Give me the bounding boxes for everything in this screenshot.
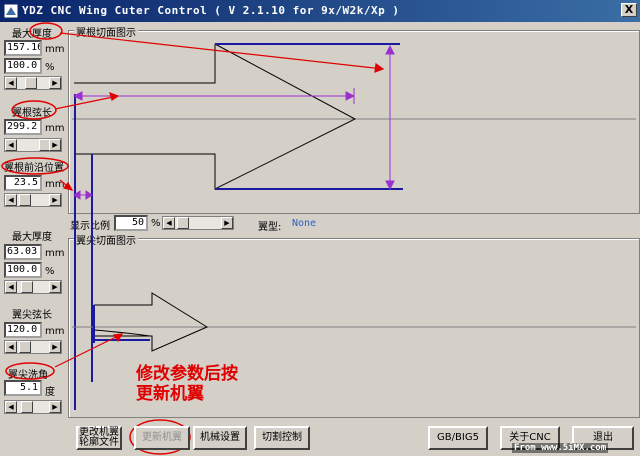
scroll-left-icon[interactable]: ◀ — [5, 281, 17, 293]
root-chord-input[interactable]: 299.2 — [4, 119, 42, 135]
scroll-thumb[interactable] — [19, 194, 31, 206]
root-percent-input[interactable]: 100.0 — [4, 58, 42, 74]
tip-chord-scrollbar[interactable]: ◀ ▶ — [4, 340, 62, 354]
update-wing-button[interactable]: 更新机翼 — [134, 426, 190, 450]
tip-percent-input[interactable]: 100.0 — [4, 262, 42, 278]
tip-chord-input[interactable]: 120.0 — [4, 322, 42, 338]
tip-sweep-unit: 度 — [45, 387, 55, 398]
tip-sweep-label: 翼尖洗角 — [8, 370, 48, 381]
scroll-thumb[interactable] — [25, 77, 37, 89]
annotation-line1: 修改参数后按 — [136, 364, 238, 384]
scroll-left-icon[interactable]: ◀ — [163, 217, 175, 229]
scale-label: 显示比例 — [70, 221, 110, 232]
scroll-right-icon[interactable]: ▶ — [49, 194, 61, 206]
root-thickness-scrollbar[interactable]: ◀ ▶ — [4, 76, 62, 90]
scroll-thumb[interactable] — [21, 401, 33, 413]
app-icon — [3, 3, 19, 19]
scroll-right-icon[interactable]: ▶ — [49, 77, 61, 89]
annotation-text: 修改参数后按 更新机翼 — [136, 364, 238, 404]
change-airfoil-button[interactable]: 更改机翼 轮廓文件 — [76, 426, 122, 450]
root-max-thickness-input[interactable]: 157.16 — [4, 40, 42, 56]
annotation-line2: 更新机翼 — [136, 384, 204, 404]
scroll-right-icon[interactable]: ▶ — [49, 139, 61, 151]
tip-section-title: 翼尖切面图示 — [74, 232, 138, 247]
scroll-right-icon[interactable]: ▶ — [49, 401, 61, 413]
tip-max-thickness-input[interactable]: 63.03 — [4, 244, 42, 260]
airfoil-value: None — [292, 218, 317, 229]
scroll-thumb[interactable] — [21, 281, 33, 293]
scroll-right-icon[interactable]: ▶ — [49, 281, 61, 293]
root-leading-edge-unit: mm — [45, 179, 65, 190]
tip-sweep-scrollbar[interactable]: ◀ ▶ — [4, 400, 62, 414]
tip-percent-unit: % — [45, 266, 55, 277]
root-leading-edge-scrollbar[interactable]: ◀ ▶ — [4, 193, 62, 207]
scroll-left-icon[interactable]: ◀ — [5, 401, 17, 413]
root-section-view — [68, 30, 640, 214]
machine-settings-button[interactable]: 机械设置 — [193, 426, 247, 450]
watermark: From www.5iMX.com — [512, 443, 609, 453]
scroll-thumb[interactable] — [177, 217, 189, 229]
close-button[interactable]: X — [621, 3, 637, 17]
scale-input[interactable]: 50 — [114, 215, 148, 231]
root-chord-unit: mm — [45, 123, 65, 134]
scroll-left-icon[interactable]: ◀ — [5, 194, 17, 206]
cut-control-button[interactable]: 切割控制 — [254, 426, 310, 450]
tip-sweep-input[interactable]: 5.1 — [4, 380, 42, 396]
tip-max-thickness-label: 最大厚度 — [12, 232, 52, 243]
tip-chord-label: 翼尖弦长 — [12, 310, 52, 321]
scroll-left-icon[interactable]: ◀ — [5, 77, 17, 89]
scale-scrollbar[interactable]: ◀ ▶ — [162, 216, 234, 230]
root-section-title: 翼根切面图示 — [74, 24, 138, 39]
scroll-left-icon[interactable]: ◀ — [5, 139, 17, 151]
scroll-left-icon[interactable]: ◀ — [5, 341, 17, 353]
gb-big5-button[interactable]: GB/BIG5 — [428, 426, 488, 450]
tip-max-thickness-unit: mm — [45, 248, 65, 259]
change-airfoil-line2: 轮廓文件 — [79, 437, 119, 448]
scale-unit: % — [151, 218, 161, 229]
root-leading-edge-label: 翼根前沿位置 — [4, 163, 64, 174]
root-max-thickness-unit: mm — [45, 44, 65, 55]
title-bar: YDZ CNC Wing Cuter Control ( V 2.1.10 fo… — [0, 0, 640, 22]
root-chord-label: 翼根弦长 — [12, 108, 52, 119]
scroll-right-icon[interactable]: ▶ — [221, 217, 233, 229]
airfoil-label: 翼型: — [258, 222, 282, 233]
root-chord-scrollbar[interactable]: ◀ ▶ — [4, 138, 62, 152]
window-title: YDZ CNC Wing Cuter Control ( V 2.1.10 fo… — [22, 4, 400, 17]
tip-chord-unit: mm — [45, 326, 65, 337]
root-percent-unit: % — [45, 62, 55, 73]
root-leading-edge-input[interactable]: 23.5 — [4, 175, 42, 191]
root-max-thickness-label: 最大厚度 — [12, 29, 52, 40]
scroll-right-icon[interactable]: ▶ — [49, 341, 61, 353]
tip-thickness-scrollbar[interactable]: ◀ ▶ — [4, 280, 62, 294]
scroll-thumb[interactable] — [19, 341, 31, 353]
